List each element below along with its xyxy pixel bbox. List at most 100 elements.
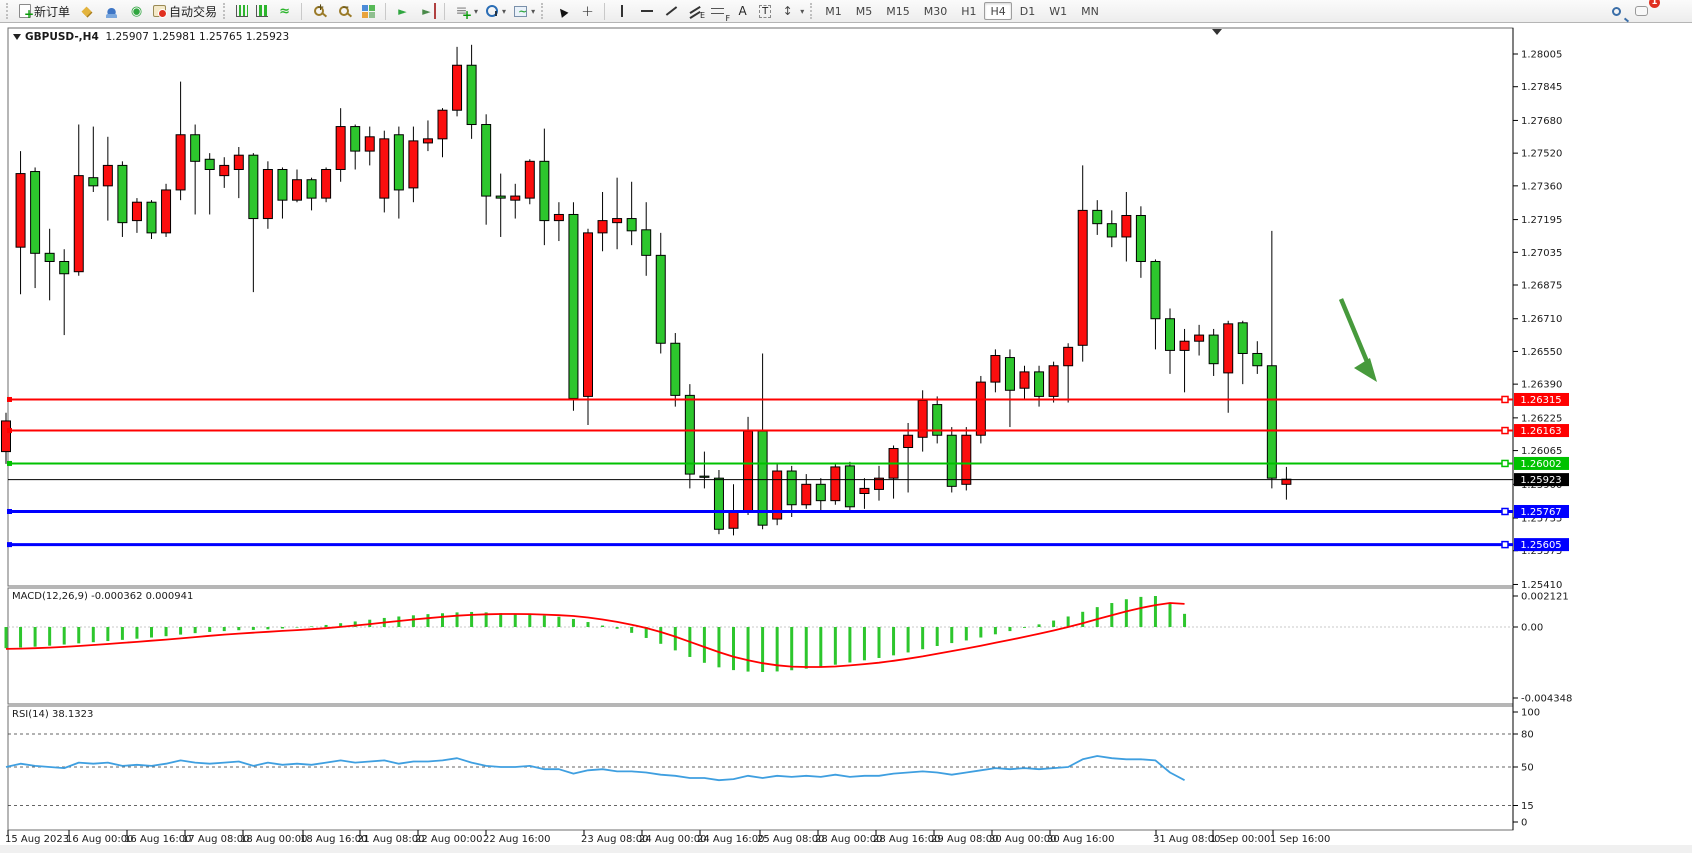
timeframe-button-MN[interactable]: MN (1075, 2, 1105, 20)
line-handle-right[interactable] (1502, 460, 1508, 466)
fibonacci-button[interactable]: F (705, 1, 730, 21)
new-order-button[interactable]: 新订单 (15, 1, 74, 21)
text-label-button[interactable]: T (755, 1, 775, 21)
chart-title-quotes: 1.25907 1.25981 1.25765 1.25923 (105, 31, 289, 43)
vertical-line-button[interactable] (609, 1, 634, 21)
rsi-panel (8, 706, 1513, 830)
candle-body (554, 214, 563, 220)
metaeditor-button[interactable] (74, 1, 99, 21)
line-handle-left[interactable] (7, 461, 12, 466)
line-chart-button[interactable] (272, 1, 297, 21)
horizontal-line-button[interactable] (634, 1, 659, 21)
price-tick-label: 1.26550 (1521, 347, 1562, 358)
line-handle-left[interactable] (7, 397, 12, 402)
timeframe-button-M5[interactable]: M5 (850, 2, 879, 20)
candle-body (744, 431, 753, 511)
zoom-in-button[interactable]: + (306, 1, 331, 21)
chat-icon (1635, 6, 1648, 16)
search-button[interactable] (1604, 1, 1629, 21)
candle-body (1093, 210, 1102, 223)
candle-body (234, 155, 243, 169)
line-handle-right[interactable] (1502, 428, 1508, 434)
line-handle-right[interactable] (1502, 396, 1508, 402)
tile-windows-button[interactable] (356, 1, 381, 21)
caret-down-icon: ▾ (474, 7, 478, 16)
time-tick-label: 22 Aug 16:00 (483, 834, 550, 845)
candle-body (802, 484, 811, 504)
candle-body (1136, 215, 1145, 261)
candle-body (540, 161, 549, 220)
candlestick-chart-button[interactable] (252, 1, 272, 21)
candle-body (1151, 261, 1160, 318)
cursor-button[interactable] (550, 1, 575, 21)
toolbar-grip[interactable] (6, 3, 11, 19)
crosshair-button[interactable] (575, 1, 600, 21)
candle-body (176, 135, 185, 190)
line-handle-right[interactable] (1502, 508, 1508, 514)
arrows-button[interactable]: ▾ (775, 1, 808, 21)
candle-body (293, 180, 302, 200)
chart-shift-button[interactable] (415, 1, 440, 21)
candle-body (1107, 224, 1116, 237)
price-tick-label: 1.27035 (1521, 248, 1562, 259)
time-tick-label: 22 Aug 00:00 (415, 834, 482, 845)
candle-body (1180, 341, 1189, 350)
zoom-out-button[interactable]: − (331, 1, 356, 21)
cursor-icon (554, 3, 571, 19)
bar-chart-button[interactable] (232, 1, 252, 21)
chart-canvas[interactable]: 1.280051.278451.276801.275201.273601.271… (0, 0, 1692, 853)
zoom-out-icon: − (339, 6, 349, 16)
toolbar-grip[interactable] (810, 3, 815, 19)
chat-button[interactable]: 1 (1629, 1, 1654, 21)
candle-body (482, 125, 491, 197)
timeframe-button-D1[interactable]: D1 (1014, 2, 1041, 20)
trendline-button[interactable] (659, 1, 684, 21)
time-tick-label: 18 Aug 00:00 (240, 834, 307, 845)
text-button[interactable]: A (730, 1, 755, 21)
toolbar-grip[interactable] (541, 3, 546, 19)
line-handle-left[interactable] (7, 509, 12, 514)
candle-body (409, 141, 418, 188)
auto-scroll-button[interactable] (390, 1, 415, 21)
line-handle-left[interactable] (7, 542, 12, 547)
candle-body (685, 395, 694, 474)
timeframe-button-M15[interactable]: M15 (880, 2, 916, 20)
price-tick-label: 1.28005 (1521, 50, 1562, 61)
candle-body (714, 478, 723, 529)
candle-body (1020, 372, 1029, 388)
channel-icon: E (688, 6, 701, 16)
candle-body (816, 484, 825, 500)
collapse-triangle-icon[interactable] (13, 34, 21, 40)
timeframe-button-H1[interactable]: H1 (955, 2, 982, 20)
price-tick-label: 1.26225 (1521, 413, 1562, 424)
templates-button[interactable]: ▾ (510, 1, 539, 21)
candle-body (511, 196, 520, 200)
price-badge-label: 1.25605 (1520, 540, 1561, 551)
timeframe-button-H4[interactable]: H4 (984, 2, 1011, 20)
line-handle-right[interactable] (1502, 542, 1508, 548)
candle-body (1166, 319, 1175, 351)
indicators-button[interactable]: ▾ (449, 1, 482, 21)
autotrading-button[interactable]: 自动交易 (149, 1, 221, 21)
caret-down-icon: ▾ (531, 7, 535, 16)
line-handle-left[interactable] (7, 428, 12, 433)
toolbar-grip[interactable] (223, 3, 228, 19)
macd-tick-label: 0.002121 (1521, 592, 1569, 603)
price-badge-label: 1.26002 (1520, 459, 1561, 470)
autotrading-icon (153, 5, 166, 17)
timeframe-button-W1[interactable]: W1 (1043, 2, 1073, 20)
signals-button[interactable] (124, 1, 149, 21)
candle-body (31, 172, 40, 254)
candle-body (205, 159, 214, 169)
timeframe-button-M30[interactable]: M30 (918, 2, 954, 20)
timeframe-button-M1[interactable]: M1 (819, 2, 848, 20)
candle-body (132, 202, 141, 220)
rsi-indicator-label: RSI(14) 38.1323 (12, 709, 93, 720)
market-button[interactable] (99, 1, 124, 21)
candle-body (45, 253, 54, 261)
periods-button[interactable]: ▾ (482, 1, 510, 21)
price-badge-label: 1.25767 (1520, 507, 1561, 518)
channel-button[interactable]: E (684, 1, 705, 21)
text-label-icon: T (759, 5, 771, 18)
candle-body (947, 435, 956, 486)
